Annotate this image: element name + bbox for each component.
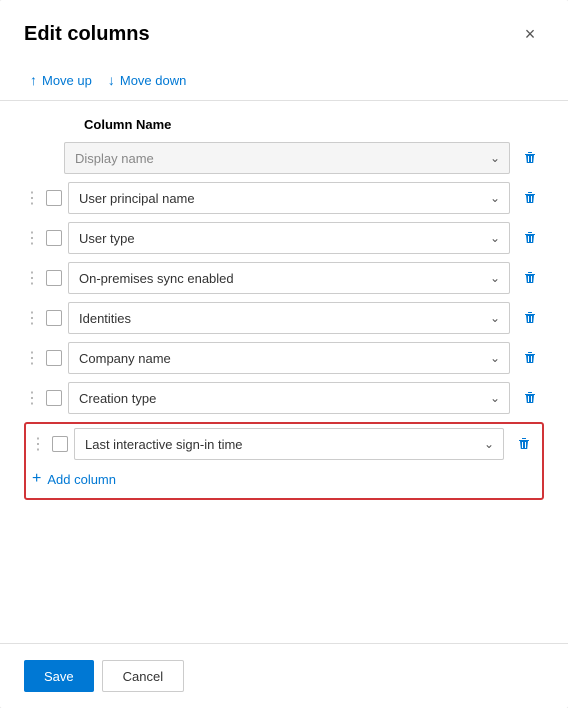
trash-icon	[522, 350, 538, 366]
select-wrapper-user-type: User type ⌄	[68, 222, 510, 254]
dialog-title: Edit columns	[24, 23, 150, 46]
select-wrapper-company-name: Company name ⌄	[68, 342, 510, 374]
select-wrapper-on-premises-sync: On-premises sync enabled ⌄	[68, 262, 510, 294]
select-company-name[interactable]: Company name	[68, 342, 510, 374]
checkbox-on-premises-sync[interactable]	[46, 270, 62, 286]
display-name-select[interactable]: Display name	[64, 142, 510, 174]
column-row-display-name: Display name ⌄	[24, 142, 544, 174]
checkbox-user-principal-name[interactable]	[46, 190, 62, 206]
display-name-select-wrapper: Display name ⌄	[64, 142, 510, 174]
move-up-button[interactable]: ↑ Move up	[24, 68, 98, 92]
select-on-premises-sync[interactable]: On-premises sync enabled	[68, 262, 510, 294]
move-down-label: Move down	[120, 73, 186, 88]
trash-icon	[522, 150, 538, 166]
trash-icon	[522, 390, 538, 406]
select-wrapper-user-principal-name: User principal name ⌄	[68, 182, 510, 214]
column-row-last-signin: ⋮ Last interactive sign-in time ⌄	[30, 428, 538, 460]
move-up-label: Move up	[42, 73, 92, 88]
arrow-down-icon: ↓	[108, 72, 115, 88]
plus-icon: +	[32, 470, 41, 488]
drag-handle-icon[interactable]: ⋮	[24, 348, 40, 368]
checkbox-creation-type[interactable]	[46, 390, 62, 406]
delete-on-premises-sync-button[interactable]	[516, 264, 544, 292]
dialog-footer: Save Cancel	[0, 643, 568, 708]
column-row-on-premises-sync: ⋮ On-premises sync enabled ⌄	[24, 262, 544, 294]
drag-handle-icon[interactable]: ⋮	[24, 228, 40, 248]
add-column-button[interactable]: + Add column	[30, 464, 118, 494]
select-wrapper-identities: Identities ⌄	[68, 302, 510, 334]
trash-icon	[522, 230, 538, 246]
column-row-identities: ⋮ Identities ⌄	[24, 302, 544, 334]
drag-handle-icon[interactable]: ⋮	[24, 268, 40, 288]
edit-columns-dialog: Edit columns × ↑ Move up ↓ Move down Col…	[0, 0, 568, 708]
checkbox-identities[interactable]	[46, 310, 62, 326]
checkbox-last-signin[interactable]	[52, 436, 68, 452]
select-creation-type[interactable]: Creation type	[68, 382, 510, 414]
save-button[interactable]: Save	[24, 660, 94, 692]
select-last-signin[interactable]: Last interactive sign-in time	[74, 428, 504, 460]
select-identities[interactable]: Identities	[68, 302, 510, 334]
highlighted-section: ⋮ Last interactive sign-in time ⌄ + Ad	[24, 422, 544, 500]
columns-list-area: Column Name Display name ⌄ ⋮ User princi…	[0, 101, 568, 643]
select-user-principal-name[interactable]: User principal name	[68, 182, 510, 214]
column-row-company-name: ⋮ Company name ⌄	[24, 342, 544, 374]
add-column-label: Add column	[47, 472, 116, 487]
delete-last-signin-button[interactable]	[510, 430, 538, 458]
close-icon: ×	[525, 24, 536, 45]
delete-user-principal-name-button[interactable]	[516, 184, 544, 212]
drag-handle-icon[interactable]: ⋮	[30, 434, 46, 454]
delete-company-name-button[interactable]	[516, 344, 544, 372]
trash-icon	[516, 436, 532, 452]
column-row-user-type: ⋮ User type ⌄	[24, 222, 544, 254]
close-button[interactable]: ×	[516, 20, 544, 48]
trash-icon	[522, 310, 538, 326]
delete-creation-type-button[interactable]	[516, 384, 544, 412]
delete-display-name-button[interactable]	[516, 144, 544, 172]
toolbar: ↑ Move up ↓ Move down	[0, 60, 568, 101]
dialog-header: Edit columns ×	[0, 0, 568, 60]
drag-handle-icon[interactable]: ⋮	[24, 188, 40, 208]
select-wrapper-creation-type: Creation type ⌄	[68, 382, 510, 414]
cancel-button[interactable]: Cancel	[102, 660, 184, 692]
arrow-up-icon: ↑	[30, 72, 37, 88]
column-row-user-principal-name: ⋮ User principal name ⌄	[24, 182, 544, 214]
trash-icon	[522, 190, 538, 206]
delete-user-type-button[interactable]	[516, 224, 544, 252]
checkbox-company-name[interactable]	[46, 350, 62, 366]
trash-icon	[522, 270, 538, 286]
drag-handle-icon[interactable]: ⋮	[24, 308, 40, 328]
delete-identities-button[interactable]	[516, 304, 544, 332]
drag-handle-icon[interactable]: ⋮	[24, 388, 40, 408]
select-user-type[interactable]: User type	[68, 222, 510, 254]
checkbox-user-type[interactable]	[46, 230, 62, 246]
column-name-header: Column Name	[24, 117, 544, 132]
move-down-button[interactable]: ↓ Move down	[102, 68, 192, 92]
select-wrapper-last-signin: Last interactive sign-in time ⌄	[74, 428, 504, 460]
column-row-creation-type: ⋮ Creation type ⌄	[24, 382, 544, 414]
